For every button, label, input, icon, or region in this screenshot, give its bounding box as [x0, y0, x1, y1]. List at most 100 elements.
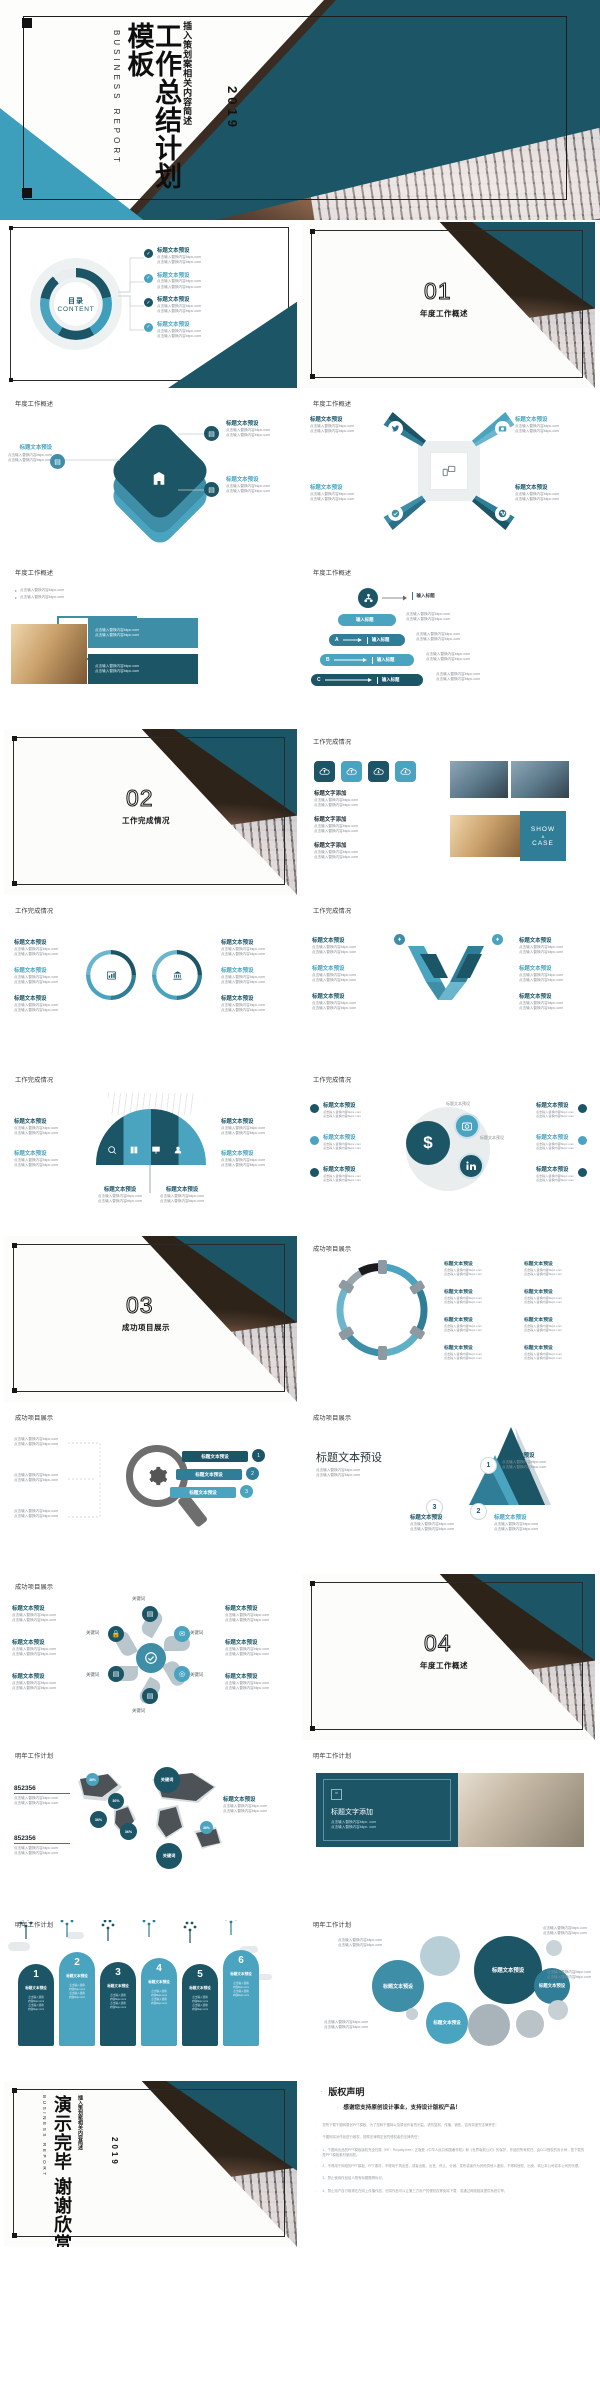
tree-column-1[interactable]: 1 标题文本预设 点击输入替换 内容bkpc.com 点击输入替换 内容bkpc… — [18, 1964, 54, 2046]
cloud-download-icon[interactable] — [368, 761, 389, 782]
cover-title-block: 插入策划案相关内容简述 工作总结计划模板 BUSINESS REPORT — [112, 18, 192, 204]
toc-item[interactable]: ✓ 标题文本预设 点击输入替换内容bkpc.com 点击输入替换内容bkpc.c… — [144, 297, 289, 314]
slide-section-02[interactable]: 02 工作完成情况 — [4, 729, 297, 895]
item-title: 标题文本预设 — [14, 996, 47, 1002]
item-line2: 点击输入替换内容bkpc.com — [519, 977, 564, 982]
showcase-badge[interactable]: SHOW A CASE — [520, 811, 566, 861]
slide-world-map[interactable]: 明年工作计划 36% 36% 36% 36% 36% 关键词 关键词 85235… — [4, 1743, 297, 1909]
map-bubble-2[interactable]: 36% — [108, 1793, 124, 1809]
slide-bubbles[interactable]: 明年工作计划 标题文本预设 标题文本预设 标题文本预设 标题文本预设 点击输入替… — [302, 1912, 595, 2078]
gear-node-label-1: 标题文本预设 — [446, 1101, 470, 1106]
cloud-upload-icon[interactable] — [314, 761, 335, 782]
step-bar-2[interactable]: A 输入标题 — [329, 634, 405, 646]
slide-double-rings[interactable]: 工作完成情况 标题文本预设 点击输入替换内容bkpc.com 点击输入替换内容b… — [4, 898, 297, 1064]
item-line2: 点击输入替换内容bkpc.com — [536, 1114, 574, 1119]
showcase-photo-1[interactable] — [450, 761, 508, 798]
showcase-photo-3[interactable] — [450, 815, 528, 857]
toc-item[interactable]: ✓ 标题文本预设 点击输入替换内容bkpc.com 点击输入替换内容bkpc.c… — [144, 273, 289, 290]
text-box-2[interactable]: 点击输入替换内容bkpc.com 点击输入替换内容bkpc.com — [88, 654, 198, 684]
showcase-photo-2[interactable] — [511, 761, 569, 798]
linkedin-icon[interactable] — [458, 1153, 484, 1179]
slide-gears[interactable]: 工作完成情况 $ 标题文本预设 标题文本预设 标题文本预设 点击输入替换内容bk… — [302, 1067, 595, 1233]
bullet-dot-icon: · — [316, 2123, 318, 2128]
slide-thanks[interactable]: 插入策划案相关内容简述 演示完毕 谢谢欣赏 BUSINESS REPORT 20… — [4, 2081, 297, 2247]
camera-icon[interactable] — [454, 1113, 480, 1139]
map-bubble-keyword-1[interactable]: 关键词 — [154, 1767, 180, 1793]
item-line2: 点击输入替换内容bkpc.com — [14, 1130, 59, 1135]
slide-showcase[interactable]: 工作完成情况 标题文字添加 点击输入替换内容bkpc.com 点击输入替换内容b… — [302, 729, 595, 895]
slide-teal-card[interactable]: 明年工作计划 ❝ 标题文字添加 点击输入替换内容bkpc. com 点击输入替换… — [302, 1743, 595, 1909]
photo-placeholder[interactable] — [11, 624, 87, 684]
map-bubble-4[interactable]: 36% — [120, 1823, 137, 1840]
tree-column-6[interactable]: 6 标题文本预设 点击输入替换 内容bkpc.com 点击输入替换 内容bkpc… — [223, 1950, 259, 2046]
bullet-dot-icon: · — [316, 2164, 318, 2169]
tree-column-2[interactable]: 2 标题文本预设 点击输入替换 内容bkpc.com 点击输入替换 内容bkpc… — [59, 1952, 95, 2046]
bubble-mid-teal[interactable]: 标题文本预设 — [372, 1960, 424, 2012]
slide-header: 工作完成情况 — [313, 739, 352, 746]
toc-item[interactable]: ✓ 标题文本预设 点击输入替换内容bkpc.com 点击输入替换内容bkpc.c… — [144, 322, 289, 339]
column-line: 内容bkpc.com — [109, 2005, 127, 2009]
map-bubble-5[interactable]: 36% — [200, 1821, 213, 1834]
slide-step-bars[interactable]: 年度工作概述 输入标题 输入标题 点击输入替换内容bkpc.com 点击输入替换… — [302, 560, 595, 726]
bubble-small-light[interactable]: 标题文本预设 — [426, 2002, 468, 2044]
grid-row-2: 年度工作概述 ▤ 标题文本预设 点击输入替换内容bkpc.com 点击输入替换内… — [0, 391, 600, 560]
magnifier-pill-1[interactable]: 标题文本预设 — [182, 1451, 248, 1462]
step-bar-4[interactable]: C 输入标题 — [311, 674, 423, 686]
step-bar-3[interactable]: B 输入标题 — [320, 654, 414, 666]
slide-umbrella[interactable]: 工作完成情况 标题文本预设 点击输入替换内容bkpc.com 点击输入替换内容b… — [4, 1067, 297, 1233]
thanks-corner-tl — [12, 2088, 17, 2093]
mountain-main-text: 标题文本预设 点击输入替换内容bkpc.com 点击输入替换内容bkpc.com — [316, 1449, 404, 1478]
item-title: 标题文本预设 — [515, 485, 548, 491]
slide-stacked-layers[interactable]: 年度工作概述 ▤ 标题文本预设 点击输入替换内容bkpc.com 点击输入替换内… — [4, 391, 297, 557]
step-line2: 点击输入替换内容bkpc.com — [436, 677, 481, 682]
cloud-upload-icon[interactable] — [341, 761, 362, 782]
stat-value: 852356 — [14, 1835, 70, 1844]
tree-column-5[interactable]: 5 标题文本预设 点击输入替换 内容bkpc.com 点击输入替换 内容bkpc… — [182, 1964, 218, 2046]
toc-item[interactable]: ✓ 标题文本预设 点击输入替换内容bkpc.com 点击输入替换内容bkpc.c… — [144, 248, 289, 265]
magnifier-pill-3[interactable]: 标题文本预设 — [170, 1487, 236, 1498]
slide-v-chevron[interactable]: 工作完成情况 ♦ ♦ 标题文本预设 点击输入替换内容bkpc.com 点击输入替… — [302, 898, 595, 1064]
step-bar-1[interactable]: 输入标题 — [338, 614, 396, 626]
slide-section-03[interactable]: 03 成功项目展示 — [4, 1236, 297, 1402]
column-line: 内容bkpc.com — [68, 1995, 86, 1999]
item-title: 标题文本预设 — [323, 1167, 356, 1173]
text-box-1[interactable]: 点击输入替换内容bkpc.com 点击输入替换内容bkpc.com — [88, 618, 198, 648]
card-panel[interactable]: ❝ 标题文字添加 点击输入替换内容bkpc. com 点击输入替换内容bkpc.… — [316, 1773, 458, 1847]
map-bubble-1[interactable]: 36% — [86, 1773, 99, 1786]
slide-mountain[interactable]: 成功项目展示 标题文本预设 点击输入替换内容bkpc.com 点击输入替换内容b… — [302, 1405, 595, 1571]
slide-header: 年度工作概述 — [313, 401, 352, 408]
section-corner-tl — [310, 229, 315, 234]
slide-table-of-contents[interactable]: 目录 CONTENT ✓ 标题文本预设 点击输入替换内容bkpc.com 点击输… — [4, 222, 297, 388]
slide-copyright[interactable]: · 版权声明 · 感谢您支持原创设计事业，支持设计版权产品！ · 您所下载千图网… — [302, 2081, 595, 2247]
map-bubble-3[interactable]: 36% — [90, 1811, 107, 1828]
item-line2: 点击输入替换内容bkpc.com — [14, 1007, 59, 1012]
slide-magnifier[interactable]: 成功项目展示 点击输入替换内容bkpc.com 点击输入替换内容bkpc.com — [4, 1405, 297, 1571]
slide-photo-boxes[interactable]: 年度工作概述 ▸ 点击输入替换内容bkpc.com ▸ 点击输入替换内容bkpc… — [4, 560, 297, 726]
tree-column-3[interactable]: 3 标题文本预设 点击输入替换 内容bkpc.com 点击输入替换 内容bkpc… — [100, 1962, 136, 2046]
item-title: 标题文本预设 — [221, 1151, 254, 1157]
item-line2: 点击输入替换内容bkpc.com — [444, 1356, 482, 1361]
slide-x-arrows[interactable]: 年度工作概述 标题文本预设 点击输入替换内容bkpc.com 点击输入替换内容b… — [302, 391, 595, 557]
keyword-icon-top-left: 🔒 — [108, 1626, 124, 1642]
slide-section-04[interactable]: 04 年度工作概述 — [302, 1574, 595, 1740]
cover-slide[interactable]: 插入策划案相关内容简述 工作总结计划模板 BUSINESS REPORT 201… — [0, 0, 600, 220]
tree-column-4[interactable]: 4 标题文本预设 点击输入替换 内容bkpc.com 点击输入替换 内容bkpc… — [141, 1958, 177, 2046]
cloud-download-icon[interactable] — [395, 761, 416, 782]
slide-arrow-ring[interactable]: 成功项目展示 标题文本预设 点击输入替换内容bkpc.com 点击输入替换内容b… — [302, 1236, 595, 1402]
item-title: 标题文本预设 — [14, 940, 47, 946]
pinwheel-diagram: ▤ ✉ ◎ ▤ ▤ 🔒 — [104, 1606, 200, 1707]
card-photo[interactable] — [440, 1773, 584, 1847]
bubble-large-dark[interactable]: 标题文本预设 — [474, 1936, 542, 2004]
magnifier-pill-2[interactable]: 标题文本预设 — [176, 1469, 242, 1480]
showcase-item-1: 标题文字添加 点击输入替换内容bkpc.com 点击输入替换内容bkpc.com — [314, 791, 398, 808]
slide-trees[interactable]: 明年工作计划 1 标题文本预设 点击输入替换 内容bkpc.com 点击输入替换… — [4, 1912, 297, 2078]
slide-pinwheel[interactable]: 成功项目展示 ▤ ✉ ◎ ▤ ▤ 🔒 关键词 关键词 关键词 关键词 关键词 关… — [4, 1574, 297, 1740]
toc-donut-chart: 目录 CONTENT — [30, 258, 122, 350]
item-title: 标题文字添加 — [314, 791, 347, 797]
presentation-icon — [151, 1145, 161, 1157]
slide-header: 明年工作计划 — [313, 1922, 352, 1929]
ppt-template-preview: 插入策划案相关内容简述 工作总结计划模板 BUSINESS REPORT 201… — [0, 0, 600, 2400]
slide-section-01[interactable]: 01 年度工作概述 — [302, 222, 595, 388]
map-bubble-keyword-2[interactable]: 关键词 — [156, 1843, 182, 1869]
item-title: 标题文本预设 — [536, 1103, 569, 1109]
